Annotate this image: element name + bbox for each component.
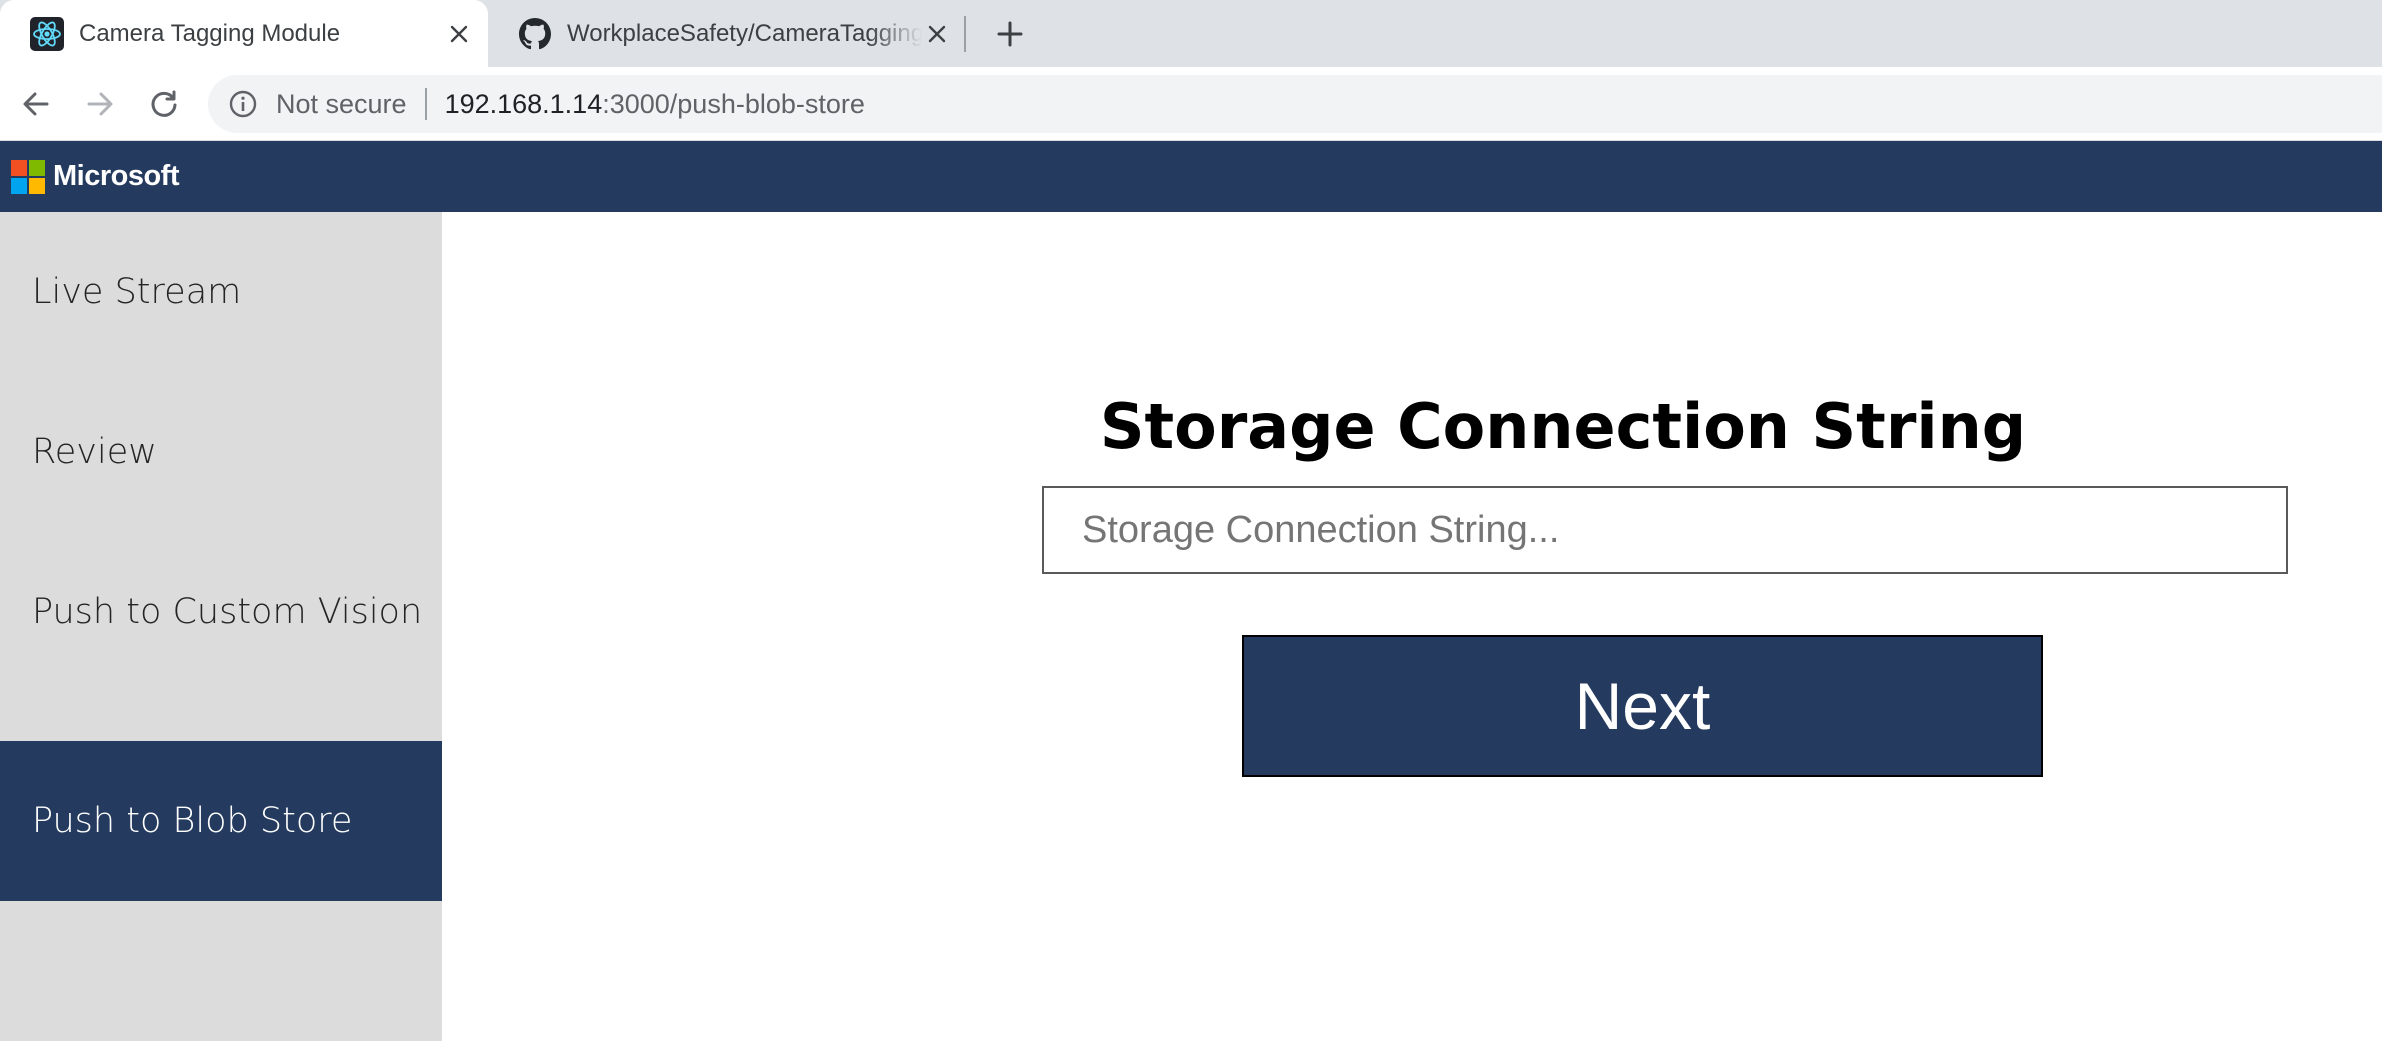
- brand-name: Microsoft: [53, 160, 180, 192]
- microsoft-logo-icon: [11, 159, 45, 194]
- url-divider: [424, 88, 427, 120]
- plus-icon[interactable]: [990, 14, 1030, 54]
- sidebar-item-live-stream[interactable]: Live Stream: [0, 212, 442, 372]
- browser-toolbar: Not secure 192.168.1.14:3000/push-blob-s…: [0, 67, 2382, 141]
- back-arrow-icon[interactable]: [14, 82, 58, 126]
- close-icon[interactable]: [444, 19, 474, 49]
- tab-title: Camera Tagging Module: [79, 19, 341, 47]
- next-button[interactable]: Next: [1242, 635, 2043, 777]
- tab-camera-tagging-module[interactable]: Camera Tagging Module: [0, 0, 488, 67]
- sidebar-item-review[interactable]: Review: [0, 372, 442, 532]
- main-content: Storage Connection String Next: [442, 212, 2382, 1041]
- tab-github-workplacesafety[interactable]: WorkplaceSafety/CameraTagging: [488, 0, 966, 67]
- storage-connection-string-input[interactable]: [1042, 486, 2288, 574]
- security-label[interactable]: Not secure: [276, 89, 407, 120]
- address-bar[interactable]: Not secure 192.168.1.14:3000/push-blob-s…: [208, 75, 2382, 133]
- info-icon[interactable]: [228, 89, 258, 119]
- github-icon: [518, 17, 552, 51]
- reload-icon[interactable]: [142, 82, 186, 126]
- url-text[interactable]: 192.168.1.14:3000/push-blob-store: [445, 89, 865, 120]
- forward-arrow-icon[interactable]: [78, 82, 122, 126]
- sidebar: Live Stream Review Push to Custom Vision…: [0, 212, 442, 1041]
- sidebar-item-push-to-custom-vision[interactable]: Push to Custom Vision: [0, 532, 442, 692]
- url-path: :3000/push-blob-store: [602, 88, 865, 119]
- react-icon: [30, 16, 64, 51]
- browser-tab-strip: Camera Tagging Module WorkplaceSafety/Ca…: [0, 0, 2382, 67]
- tab-separator: [964, 16, 966, 52]
- app-header: Microsoft: [0, 141, 2382, 212]
- close-icon[interactable]: [922, 19, 952, 49]
- sidebar-item-push-to-blob-store[interactable]: Push to Blob Store: [0, 741, 442, 901]
- url-host: 192.168.1.14: [444, 88, 603, 119]
- tab-title: WorkplaceSafety/CameraTagging: [567, 19, 922, 47]
- page-title: Storage Connection String: [1099, 390, 2027, 463]
